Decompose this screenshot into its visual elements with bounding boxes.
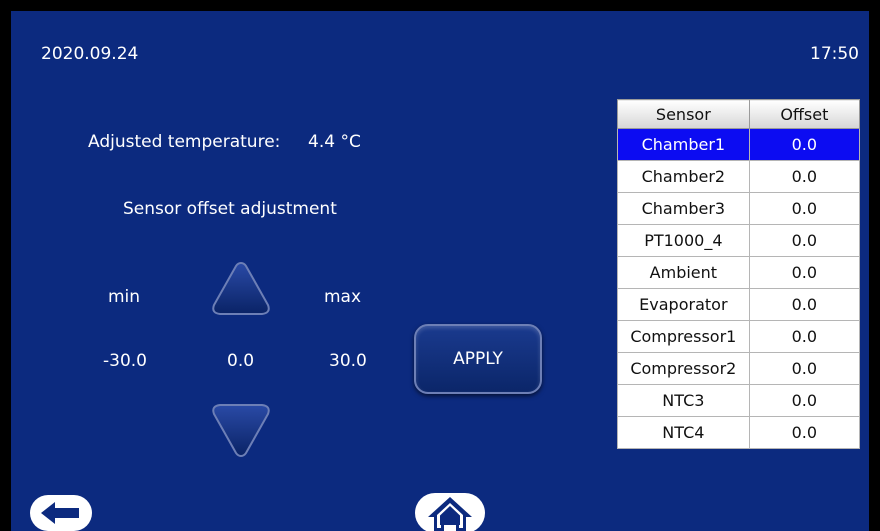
table-row[interactable]: NTC4 0.0 (617, 416, 861, 449)
sensor-offset-table: Sensor Offset Chamber1 0.0 Chamber2 0.0 … (617, 99, 861, 449)
sensor-name-cell: Chamber1 (617, 128, 750, 161)
table-row[interactable]: PT1000_4 0.0 (617, 224, 861, 257)
sensor-name-cell: Compressor2 (617, 352, 750, 385)
screen: 2020.09.24 17:50 Adjusted temperature: 4… (11, 11, 869, 531)
offset-cell: 0.0 (748, 128, 861, 161)
min-label: min (108, 287, 141, 307)
table-row[interactable]: Compressor2 0.0 (617, 352, 861, 385)
offset-cell: 0.0 (748, 416, 861, 449)
sensor-name-cell: NTC3 (617, 384, 750, 417)
down-arrow-icon (212, 404, 270, 458)
offset-cell: 0.0 (748, 288, 861, 321)
table-row[interactable]: Evaporator 0.0 (617, 288, 861, 321)
offset-cell: 0.0 (748, 256, 861, 289)
min-value: -30.0 (103, 351, 147, 371)
table-row[interactable]: Ambient 0.0 (617, 256, 861, 289)
column-header-offset: Offset (748, 99, 861, 129)
sensor-name-cell: NTC4 (617, 416, 750, 449)
sensor-name-cell: Ambient (617, 256, 750, 289)
offset-cell: 0.0 (748, 192, 861, 225)
table-row[interactable]: NTC3 0.0 (617, 384, 861, 417)
offset-cell: 0.0 (748, 224, 861, 257)
offset-cell: 0.0 (748, 352, 861, 385)
offset-cell: 0.0 (748, 160, 861, 193)
sensor-name-cell: Evaporator (617, 288, 750, 321)
date-display: 2020.09.24 (41, 44, 139, 64)
apply-button[interactable]: APPLY (414, 324, 542, 394)
table-row[interactable]: Compressor1 0.0 (617, 320, 861, 353)
section-title: Sensor offset adjustment (123, 199, 337, 219)
current-offset-value: 0.0 (227, 351, 255, 371)
table-row[interactable]: Chamber1 0.0 (617, 128, 861, 161)
offset-cell: 0.0 (748, 384, 861, 417)
back-button[interactable] (29, 494, 93, 531)
sensor-name-cell: Chamber2 (617, 160, 750, 193)
offset-cell: 0.0 (748, 320, 861, 353)
back-arrow-icon (30, 495, 92, 531)
up-arrow-icon (212, 261, 270, 315)
time-display: 17:50 (810, 44, 859, 64)
column-header-sensor: Sensor (617, 99, 750, 129)
home-icon (415, 493, 485, 531)
sensor-name-cell: Chamber3 (617, 192, 750, 225)
decrease-button[interactable] (210, 401, 272, 461)
max-value: 30.0 (329, 351, 367, 371)
sensor-name-cell: Compressor1 (617, 320, 750, 353)
sensor-name-cell: PT1000_4 (617, 224, 750, 257)
table-header-row: Sensor Offset (617, 99, 861, 129)
increase-button[interactable] (210, 259, 272, 319)
max-label: max (324, 287, 362, 307)
table-row[interactable]: Chamber2 0.0 (617, 160, 861, 193)
adjusted-temperature-value: 4.4 °C (308, 132, 361, 152)
table-row[interactable]: Chamber3 0.0 (617, 192, 861, 225)
adjusted-temperature-label: Adjusted temperature: (88, 132, 281, 152)
home-button[interactable] (414, 491, 486, 531)
